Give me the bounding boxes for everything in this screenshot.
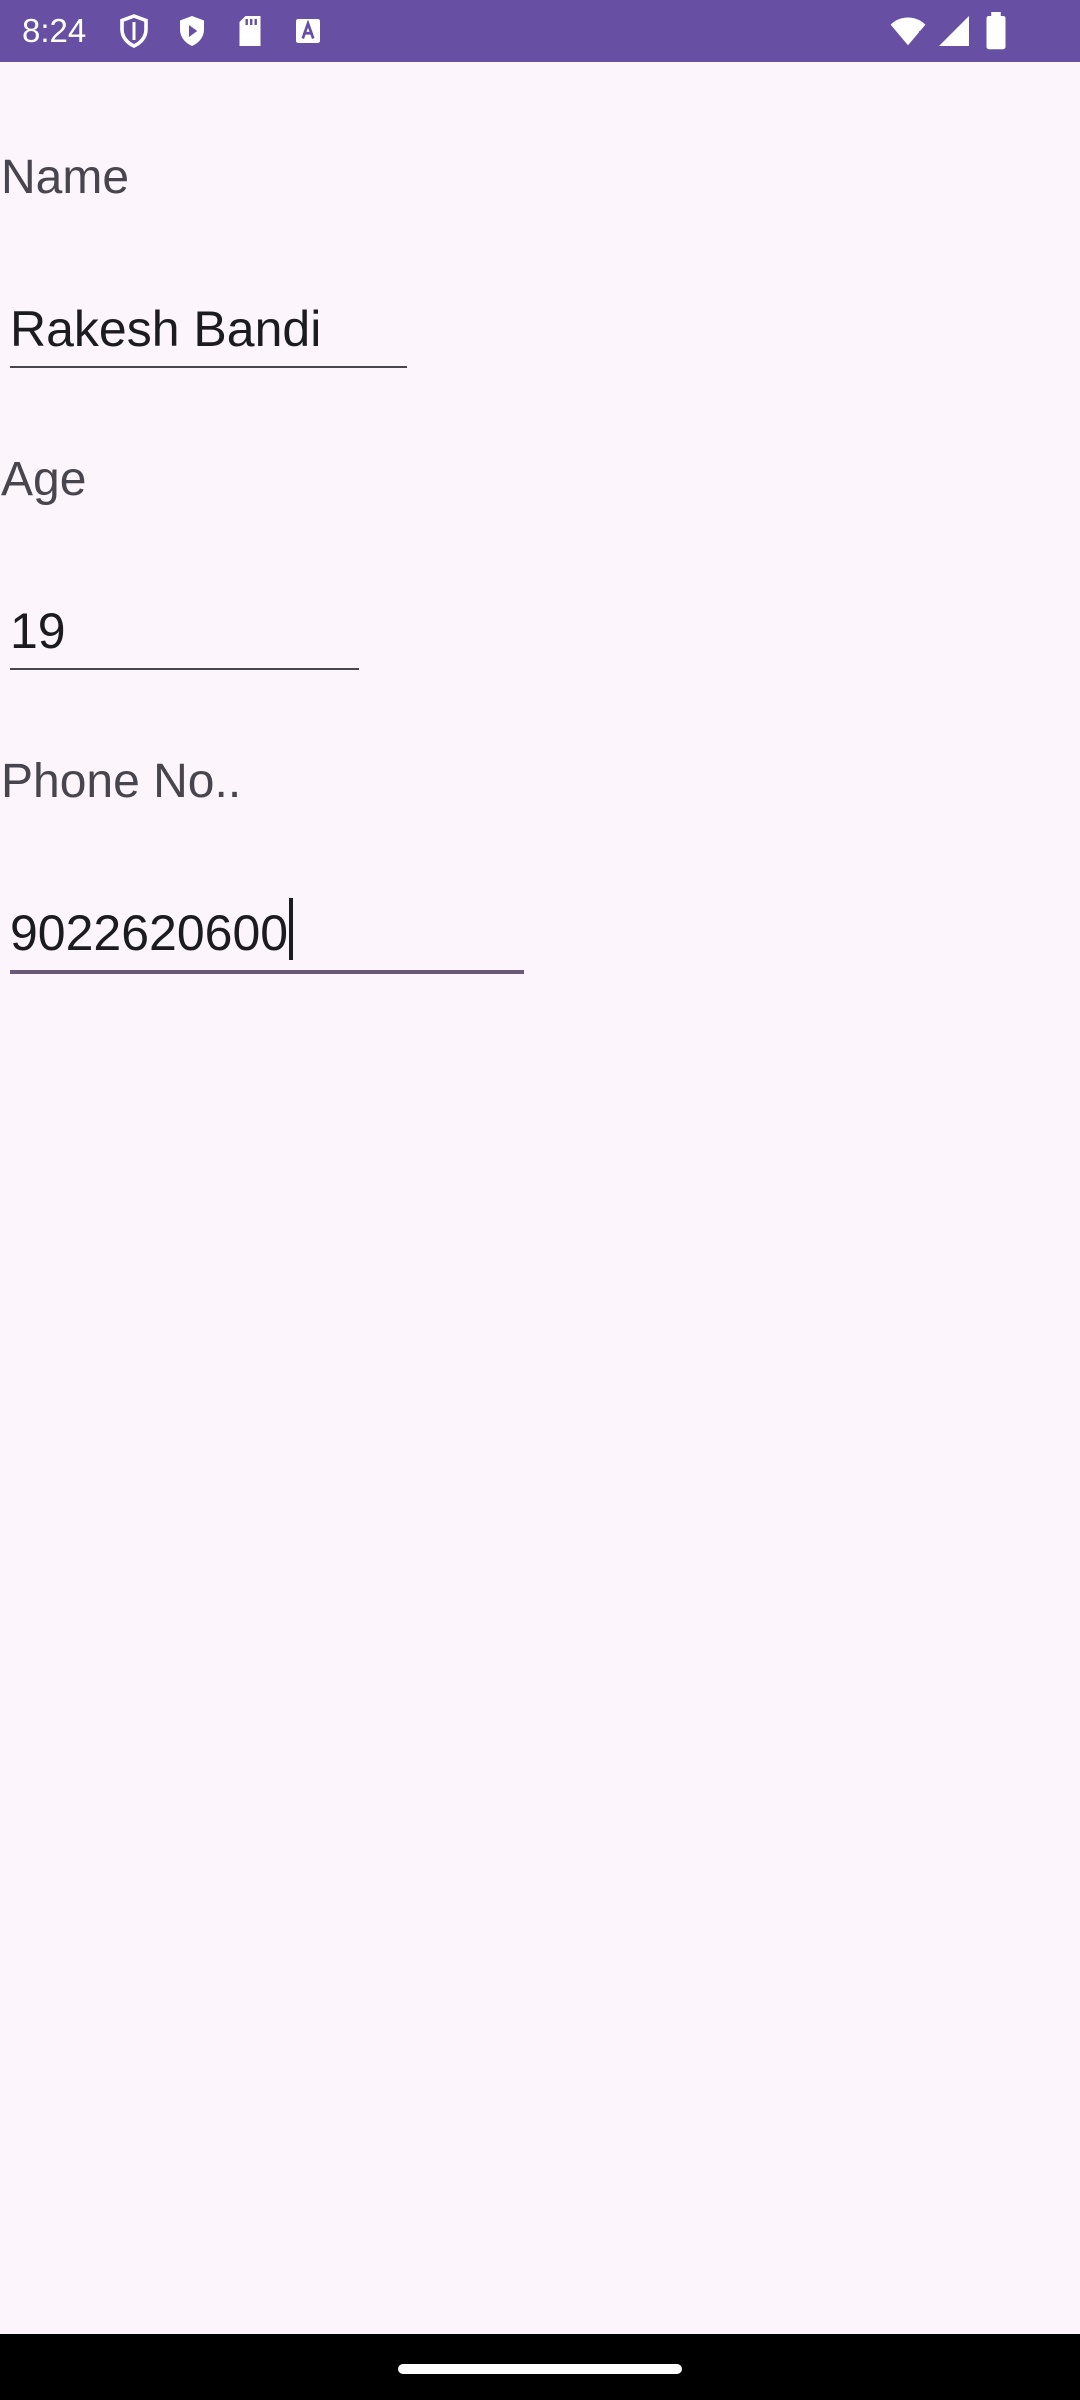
age-input-value: 19 [10,603,66,659]
text-cursor [289,898,294,960]
play-protect-icon [174,12,210,50]
status-time: 8:24 [22,12,87,49]
age-label: Age [1,453,87,506]
phone-input[interactable]: 9022620600 [10,898,524,974]
signal-icon [936,12,972,50]
name-label: Name [1,151,130,204]
status-bar: 8:24 [0,0,1080,62]
phone-label: Phone No.. [1,755,242,808]
navigation-bar [0,2334,1080,2400]
battery-icon [982,12,1010,50]
phone-input-text: 9022620600 [10,898,294,962]
form-content: Name Rakesh Bandi Age 19 Phone No.. 9022… [0,62,1080,2334]
home-gesture-handle[interactable] [398,2364,682,2374]
shield-icon [116,12,152,50]
name-input[interactable]: Rakesh Bandi [10,292,407,368]
wifi-icon [888,12,928,50]
phone-input-value: 9022620600 [10,905,289,961]
sd-card-icon [232,12,268,50]
age-input[interactable]: 19 [10,594,359,670]
font-a-icon [290,12,326,50]
name-input-value: Rakesh Bandi [10,301,322,357]
